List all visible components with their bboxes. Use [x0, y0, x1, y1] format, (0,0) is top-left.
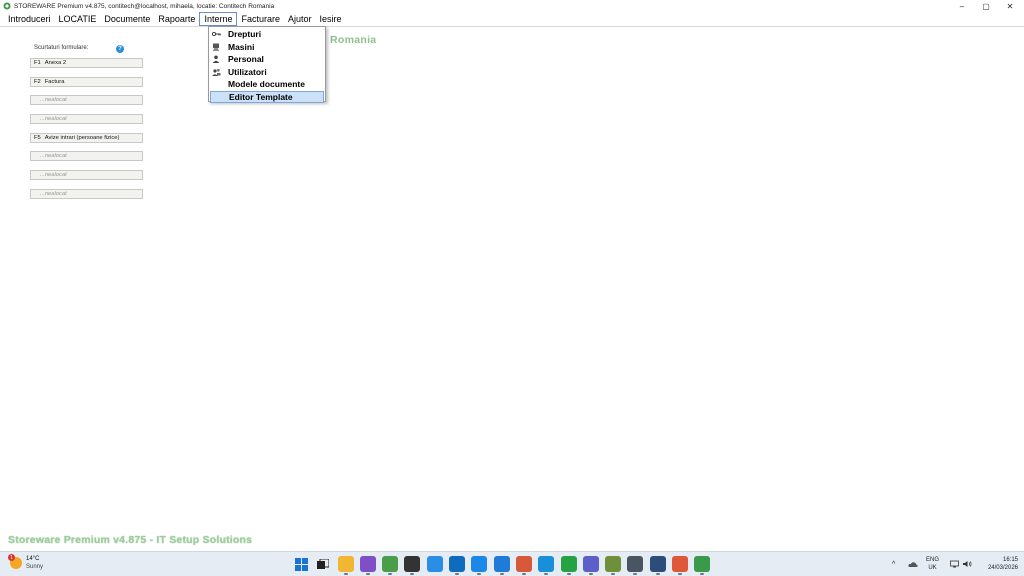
- menu-rapoarte[interactable]: Rapoarte: [154, 12, 199, 26]
- whatsapp-icon[interactable]: [560, 556, 577, 575]
- menu-facturare[interactable]: Facturare: [237, 12, 284, 26]
- interne-dropdown: Drepturi Masini Personal Utilizatori Mod…: [208, 26, 326, 103]
- shortcut-f4[interactable]: ...nealocat: [30, 114, 143, 124]
- storeware-icon[interactable]: [694, 556, 711, 575]
- outlook-icon[interactable]: [449, 556, 466, 575]
- shortcut-key: F5: [34, 135, 41, 141]
- tray-chevron-icon[interactable]: ^: [892, 552, 895, 576]
- location-watermark: Romania: [330, 34, 377, 46]
- shortcut-f8[interactable]: ...nealocat: [30, 189, 143, 199]
- dropdown-item-label: Masini: [228, 41, 255, 52]
- shortcut-f7[interactable]: ...nealocat: [30, 170, 143, 180]
- key-icon: [209, 31, 223, 37]
- title-bar: STOREWARE Premium v4.875, contitech@loca…: [0, 0, 1024, 12]
- store-icon[interactable]: [649, 556, 666, 575]
- shortcut-label: Avize intrari (persoane fizice): [44, 135, 120, 141]
- shortcut-key: F2: [34, 79, 41, 85]
- dropdown-item-drepturi[interactable]: Drepturi: [209, 28, 325, 41]
- clock-time: 16:15: [1002, 557, 1018, 563]
- dropdown-item-editor-template[interactable]: Editor Template: [210, 90, 324, 103]
- keyboard-layout: UK: [928, 565, 937, 571]
- teams-icon[interactable]: [582, 556, 599, 575]
- sun-icon: 1: [8, 554, 22, 569]
- weather-condition: Sunny: [26, 564, 44, 570]
- shortcut-label: ...nealocat: [40, 191, 67, 197]
- shortcuts-label: Scurtaturi formulare:: [34, 45, 89, 51]
- shortcut-f5[interactable]: F5 Avize intrari (persoane fizice): [30, 133, 143, 143]
- language-code: ENG: [926, 557, 940, 563]
- vscode-icon[interactable]: [426, 556, 443, 572]
- language-indicator[interactable]: ENG UK: [926, 556, 939, 572]
- shortcut-label: ...nealocat: [40, 97, 67, 103]
- menu-locatie[interactable]: LOCATIE: [55, 12, 101, 26]
- menu-documente[interactable]: Documente: [100, 12, 154, 26]
- footer-brand: Storeware Premium v4.875 - IT Setup Solu…: [8, 534, 253, 546]
- menu-interne[interactable]: Interne: [199, 12, 238, 26]
- chat-icon[interactable]: [471, 556, 488, 575]
- dropdown-item-label: Personal: [228, 54, 264, 65]
- menu-introduceri[interactable]: Introduceri: [4, 12, 55, 26]
- menu-ajutor[interactable]: Ajutor: [284, 12, 316, 26]
- shortcut-f6[interactable]: ...nealocat: [30, 151, 143, 161]
- person-icon: [209, 55, 223, 64]
- shortcut-key: F1: [34, 60, 41, 66]
- taskbar: 1 14°C Sunny ^ ENG UK 16:15 24/03/2026: [0, 551, 1024, 576]
- system-clock[interactable]: 16:15 24/03/2026: [978, 556, 1018, 572]
- shortcut-label: ...nealocat: [40, 116, 67, 122]
- dropdown-item-label: Editor Template: [229, 91, 293, 102]
- window-title: STOREWARE Premium v4.875, contitech@loca…: [14, 2, 275, 10]
- notification-badge: 1: [8, 554, 15, 561]
- menu-bar: Introduceri LOCATIE Documente Rapoarte I…: [0, 12, 1024, 27]
- network-icon[interactable]: [538, 556, 555, 575]
- dropdown-item-modele-documente[interactable]: Modele documente: [209, 78, 325, 91]
- weather-widget[interactable]: 1 14°C Sunny: [8, 554, 44, 571]
- shortcut-label: Factura: [44, 79, 65, 85]
- terminal-icon[interactable]: [404, 556, 421, 575]
- edge-icon[interactable]: [493, 556, 510, 575]
- file-explorer-icon[interactable]: [337, 556, 354, 575]
- visual-studio-icon[interactable]: [359, 556, 376, 575]
- users-icon: [209, 68, 223, 76]
- shortcut-f2[interactable]: F2 Factura: [30, 77, 143, 87]
- dropdown-item-label: Drepturi: [228, 29, 262, 40]
- task-view-icon[interactable]: [315, 556, 331, 572]
- shortcut-f3[interactable]: ...nealocat: [30, 95, 143, 105]
- notepad-icon[interactable]: [605, 556, 622, 575]
- dropdown-item-label: Utilizatori: [228, 66, 267, 77]
- chrome-icon[interactable]: [382, 556, 399, 575]
- dropdown-item-personal[interactable]: Personal: [209, 53, 325, 66]
- clock-date: 24/03/2026: [987, 565, 1018, 571]
- onedrive-icon[interactable]: [908, 552, 918, 576]
- help-icon[interactable]: ?: [116, 45, 124, 53]
- dropdown-item-utilizatori[interactable]: Utilizatori: [209, 66, 325, 79]
- start-icon[interactable]: [293, 556, 309, 572]
- shortcut-label: ...nealocat: [40, 153, 67, 159]
- shortcut-label: Anexa 2: [44, 60, 67, 66]
- chrome-alt-icon[interactable]: [515, 556, 532, 575]
- computer-icon: [209, 43, 223, 51]
- dropdown-item-masini[interactable]: Masini: [209, 41, 325, 54]
- storeware-app-icon: [2, 2, 11, 11]
- shortcut-f1[interactable]: F1 Anexa 2: [30, 58, 143, 68]
- snipping-icon[interactable]: [672, 556, 689, 575]
- calculator-icon[interactable]: [627, 556, 644, 575]
- network-status-icon[interactable]: [950, 552, 959, 576]
- dropdown-item-label: Modele documente: [228, 79, 305, 90]
- volume-icon[interactable]: [962, 552, 972, 576]
- shortcut-label: ...nealocat: [40, 172, 67, 178]
- menu-iesire[interactable]: Iesire: [316, 12, 346, 26]
- taskbar-apps: [293, 556, 717, 575]
- weather-temp: 14°C: [26, 556, 40, 562]
- close-button[interactable]: ✕: [996, 0, 1024, 12]
